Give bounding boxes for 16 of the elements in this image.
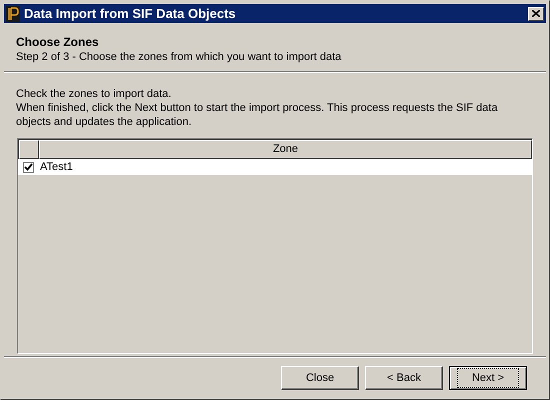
close-button[interactable] — [528, 6, 544, 20]
dialog-button[interactable]: Close — [281, 366, 359, 390]
table-cell-text: ATest1 — [39, 160, 73, 175]
instruction-text: Check the zones to import data. — [16, 87, 172, 101]
dialog-button[interactable]: < Back — [365, 366, 443, 390]
page-heading: Choose Zones — [16, 35, 100, 50]
close-icon — [532, 10, 540, 17]
instruction-text: When finished, click the Next button to start the import process. This process requests the SIF data objects and updates the application. — [16, 101, 499, 129]
check-icon — [24, 163, 32, 171]
checkbox[interactable] — [22, 162, 34, 172]
table-row[interactable]: ATest1 — [18, 159, 532, 175]
dialog-button[interactable]: Next > — [449, 366, 527, 390]
window-title: Data Import from SIF Data Objects — [24, 4, 237, 23]
app-logo-icon — [6, 6, 20, 22]
page-subtitle: Step 2 of 3 - Choose the zones from which you want to import data — [16, 50, 342, 64]
column-header[interactable]: Zone — [39, 140, 532, 159]
